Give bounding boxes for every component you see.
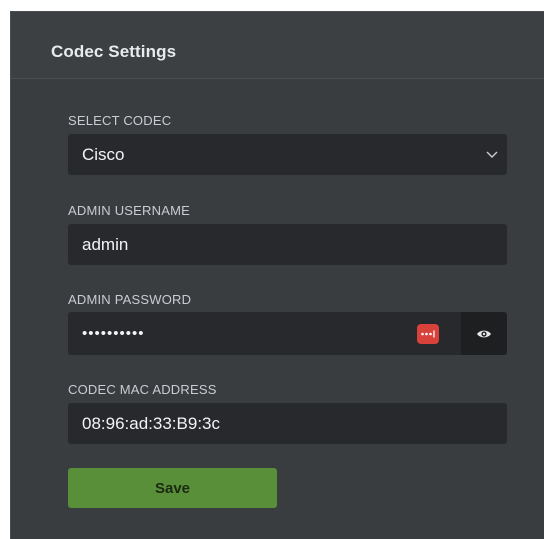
admin-username-input[interactable]: admin	[68, 224, 507, 265]
codec-select-value: Cisco	[82, 144, 125, 164]
codec-mac-address-value: 08:96:ad:33:B9:3c	[82, 413, 221, 433]
select-codec-label: SELECT CODEC	[68, 113, 172, 128]
toggle-password-visibility-button[interactable]	[461, 312, 507, 355]
chevron-down-icon	[486, 151, 498, 158]
codec-mac-address-input[interactable]: 08:96:ad:33:B9:3c	[68, 403, 507, 444]
admin-password-label: ADMIN PASSWORD	[68, 292, 192, 307]
panel-header: Codec Settings	[11, 12, 544, 79]
admin-password-group: ••••••••••	[68, 312, 507, 355]
codec-select[interactable]: Cisco	[68, 134, 507, 175]
admin-password-input[interactable]: ••••••••••	[68, 312, 461, 355]
codec-settings-panel: Codec Settings SELECT CODEC Cisco ADMIN …	[10, 11, 544, 539]
admin-username-value: admin	[82, 234, 129, 254]
panel-title: Codec Settings	[51, 42, 177, 61]
admin-username-label: ADMIN USERNAME	[68, 203, 190, 218]
codec-mac-address-label: CODEC MAC ADDRESS	[68, 382, 217, 397]
save-button[interactable]: Save	[68, 468, 277, 508]
eye-icon	[477, 330, 491, 337]
password-dots-icon	[421, 330, 435, 338]
admin-password-value: ••••••••••	[82, 325, 145, 342]
password-manager-icon[interactable]	[417, 324, 439, 344]
